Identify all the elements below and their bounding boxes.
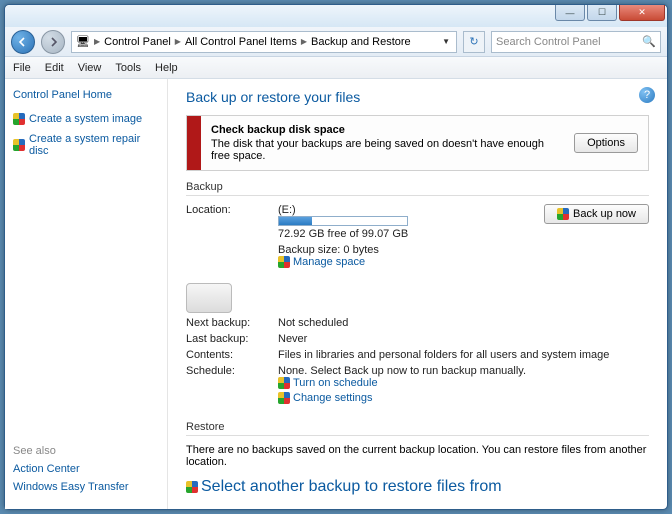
shield-icon bbox=[278, 392, 290, 404]
disk-space-alert: Check backup disk space The disk that yo… bbox=[186, 115, 649, 171]
link-label: Change settings bbox=[293, 392, 373, 404]
search-input[interactable]: Search Control Panel 🔍 bbox=[491, 31, 661, 53]
schedule-value: None. Select Back up now to run backup m… bbox=[278, 365, 649, 377]
see-also-label: See also bbox=[13, 445, 159, 457]
chevron-down-icon[interactable]: ▼ bbox=[442, 37, 450, 46]
location-label: Location: bbox=[186, 204, 266, 216]
shield-icon bbox=[13, 113, 25, 125]
shield-icon bbox=[278, 256, 290, 268]
options-button[interactable]: Options bbox=[574, 133, 638, 153]
search-placeholder: Search Control Panel bbox=[496, 36, 601, 48]
maximize-button[interactable]: ☐ bbox=[587, 5, 617, 21]
menu-tools[interactable]: Tools bbox=[115, 62, 141, 74]
create-repair-disc-link[interactable]: Create a system repair disc bbox=[13, 133, 159, 157]
windows-easy-transfer-link[interactable]: Windows Easy Transfer bbox=[13, 481, 159, 493]
link-label: Turn on schedule bbox=[293, 377, 378, 389]
link-label: Manage space bbox=[293, 256, 365, 268]
menu-edit[interactable]: Edit bbox=[45, 62, 64, 74]
alert-title: Check backup disk space bbox=[211, 124, 554, 136]
restore-message: There are no backups saved on the curren… bbox=[186, 444, 649, 468]
turn-on-schedule-link[interactable]: Turn on schedule bbox=[278, 377, 378, 389]
shield-icon bbox=[278, 377, 290, 389]
page-title: Back up or restore your files bbox=[186, 89, 649, 105]
crumb-control-panel[interactable]: Control Panel bbox=[104, 36, 171, 48]
main-content: ? Back up or restore your files Check ba… bbox=[168, 79, 667, 509]
breadcrumb[interactable]: 🖥 ▶ Control Panel ▶ All Control Panel It… bbox=[71, 31, 457, 53]
change-settings-link[interactable]: Change settings bbox=[278, 392, 373, 404]
alert-indicator bbox=[187, 116, 201, 170]
chevron-right-icon: ▶ bbox=[94, 37, 100, 46]
action-center-link[interactable]: Action Center bbox=[13, 463, 159, 475]
drive-icon bbox=[186, 283, 232, 313]
close-button[interactable]: ✕ bbox=[619, 5, 665, 21]
minimize-button[interactable]: — bbox=[555, 5, 585, 21]
back-up-now-button[interactable]: Back up now bbox=[544, 204, 649, 224]
titlebar: — ☐ ✕ bbox=[5, 5, 667, 27]
location-value: (E:) bbox=[278, 204, 532, 216]
shield-icon bbox=[186, 481, 198, 493]
last-backup-label: Last backup: bbox=[186, 333, 266, 345]
menu-help[interactable]: Help bbox=[155, 62, 178, 74]
select-another-backup-link[interactable]: Select another backup to restore files f… bbox=[186, 478, 502, 496]
refresh-button[interactable]: ↻ bbox=[463, 31, 485, 53]
forward-button[interactable] bbox=[41, 30, 65, 54]
last-backup-value: Never bbox=[278, 333, 649, 345]
shield-icon bbox=[557, 208, 569, 220]
next-backup-label: Next backup: bbox=[186, 317, 266, 329]
shield-icon bbox=[13, 139, 25, 151]
contents-value: Files in libraries and personal folders … bbox=[278, 349, 649, 361]
free-space-text: 72.92 GB free of 99.07 GB bbox=[278, 228, 532, 240]
nav-row: 🖥 ▶ Control Panel ▶ All Control Panel It… bbox=[5, 27, 667, 57]
task-label: Create a system repair disc bbox=[29, 133, 159, 157]
link-label: Select another backup to restore files f… bbox=[201, 478, 502, 496]
menu-view[interactable]: View bbox=[78, 62, 102, 74]
menu-bar: File Edit View Tools Help bbox=[5, 57, 667, 79]
chevron-right-icon: ▶ bbox=[175, 37, 181, 46]
alert-body: The disk that your backups are being sav… bbox=[211, 138, 544, 162]
menu-file[interactable]: File bbox=[13, 62, 31, 74]
next-backup-value: Not scheduled bbox=[278, 317, 649, 329]
sidebar: Control Panel Home Create a system image… bbox=[5, 79, 168, 509]
crumb-backup-restore[interactable]: Backup and Restore bbox=[311, 36, 411, 48]
contents-label: Contents: bbox=[186, 349, 266, 361]
backup-section-header: Backup bbox=[186, 181, 649, 196]
button-label: Back up now bbox=[573, 208, 636, 220]
backup-size-text: Backup size: 0 bytes bbox=[278, 244, 532, 256]
disk-usage-bar bbox=[278, 216, 408, 226]
help-icon[interactable]: ? bbox=[639, 87, 655, 103]
chevron-right-icon: ▶ bbox=[301, 37, 307, 46]
back-button[interactable] bbox=[11, 30, 35, 54]
create-system-image-link[interactable]: Create a system image bbox=[13, 113, 159, 125]
computer-icon: 🖥 bbox=[76, 35, 90, 48]
schedule-label: Schedule: bbox=[186, 365, 266, 377]
control-panel-home-link[interactable]: Control Panel Home bbox=[13, 89, 159, 101]
manage-space-link[interactable]: Manage space bbox=[278, 256, 365, 268]
crumb-all-items[interactable]: All Control Panel Items bbox=[185, 36, 297, 48]
restore-section-header: Restore bbox=[186, 421, 649, 436]
task-label: Create a system image bbox=[29, 113, 142, 125]
search-icon: 🔍 bbox=[642, 35, 656, 48]
